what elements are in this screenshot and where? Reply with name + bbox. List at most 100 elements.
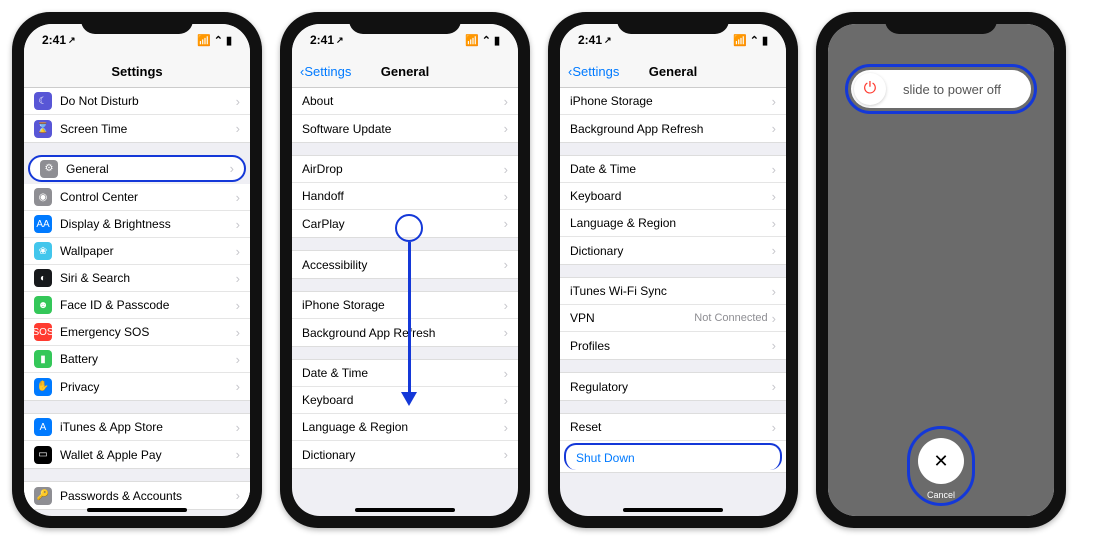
- row-shut-down[interactable]: Shut Down: [564, 443, 782, 470]
- settings-row[interactable]: ◉Control Center›: [24, 184, 250, 211]
- chevron-icon: ›: [236, 298, 240, 313]
- settings-row[interactable]: Handoff›: [292, 183, 518, 210]
- chevron-icon: ›: [236, 217, 240, 232]
- settings-row[interactable]: AADisplay & Brightness›: [24, 211, 250, 238]
- chevron-icon: ›: [236, 379, 240, 394]
- settings-row[interactable]: ❀Wallpaper›: [24, 238, 250, 265]
- itunes-app-store-icon: A: [34, 418, 52, 436]
- chevron-icon: ›: [236, 190, 240, 205]
- chevron-icon: ›: [236, 244, 240, 259]
- chevron-icon: ›: [504, 216, 508, 231]
- settings-row[interactable]: Background App Refresh›: [292, 319, 518, 346]
- settings-row[interactable]: Dictionary›: [560, 237, 786, 264]
- power-icon: ⏻: [864, 80, 877, 98]
- settings-row[interactable]: Keyboard›: [292, 387, 518, 414]
- power-knob[interactable]: ⏻: [854, 73, 886, 105]
- chevron-icon: ›: [504, 121, 508, 136]
- chevron-icon: ›: [504, 94, 508, 109]
- settings-row[interactable]: SOSEmergency SOS›: [24, 319, 250, 346]
- settings-row[interactable]: CarPlay›: [292, 210, 518, 237]
- page-title: Settings: [111, 64, 162, 79]
- settings-row[interactable]: Software Update›: [292, 115, 518, 142]
- settings-row[interactable]: 🔑Passwords & Accounts›: [24, 482, 250, 509]
- back-button[interactable]: ‹Settings: [568, 64, 619, 79]
- phone-general-top: 2:41↗ 📶⌃▮ ‹Settings General About›Softwa…: [280, 12, 530, 528]
- chevron-icon: ›: [504, 189, 508, 204]
- display-brightness-icon: AA: [34, 215, 52, 233]
- chevron-icon: ›: [236, 352, 240, 367]
- wifi-icon: ⌃: [214, 34, 223, 47]
- chevron-icon: ›: [236, 94, 240, 109]
- chevron-icon: ›: [504, 325, 508, 340]
- settings-row[interactable]: ⌛Screen Time›: [24, 115, 250, 142]
- chevron-icon: ›: [230, 161, 234, 176]
- chevron-icon: ›: [772, 338, 776, 353]
- page-title: General: [649, 64, 697, 79]
- screen-time-icon: ⌛: [34, 120, 52, 138]
- close-icon: ✕: [933, 451, 948, 472]
- settings-row[interactable]: Profiles›: [560, 332, 786, 359]
- settings-row[interactable]: Language & Region›: [292, 414, 518, 441]
- emergency-sos-icon: SOS: [34, 323, 52, 341]
- chevron-icon: ›: [504, 393, 508, 408]
- gear-icon: ⚙: [40, 160, 58, 178]
- chevron-icon: ›: [504, 298, 508, 313]
- chevron-icon: ›: [236, 420, 240, 435]
- chevron-icon: ›: [772, 243, 776, 258]
- settings-row[interactable]: Language & Region›: [560, 210, 786, 237]
- chevron-icon: ›: [772, 162, 776, 177]
- settings-row[interactable]: Date & Time›: [292, 360, 518, 387]
- settings-row[interactable]: About›: [292, 88, 518, 115]
- chevron-icon: ›: [772, 379, 776, 394]
- settings-row[interactable]: Regulatory›: [560, 373, 786, 400]
- settings-row[interactable]: Dictionary›: [292, 441, 518, 468]
- chevron-icon: ›: [236, 447, 240, 462]
- chevron-icon: ›: [236, 121, 240, 136]
- phone-power-off: ⏻ slide to power off ✕ Cancel: [816, 12, 1066, 528]
- privacy-icon: ✋: [34, 378, 52, 396]
- signal-icon: 📶: [197, 34, 211, 47]
- settings-row[interactable]: ◐Siri & Search›: [24, 265, 250, 292]
- settings-row[interactable]: VPNNot Connected›: [560, 305, 786, 332]
- settings-row[interactable]: ▭Wallet & Apple Pay›: [24, 441, 250, 468]
- passwords-accounts-icon: 🔑: [34, 487, 52, 505]
- row-general[interactable]: ⚙ General ›: [28, 155, 246, 182]
- phone-general-bottom: 2:41↗ 📶⌃▮ ‹Settings General iPhone Stora…: [548, 12, 798, 528]
- cancel-label: Cancel: [927, 490, 955, 500]
- wallpaper-icon: ❀: [34, 242, 52, 260]
- settings-row[interactable]: iPhone Storage›: [560, 88, 786, 115]
- chevron-icon: ›: [772, 311, 776, 326]
- chevron-icon: ›: [504, 420, 508, 435]
- settings-row[interactable]: Background App Refresh›: [560, 115, 786, 142]
- settings-row[interactable]: ☾Do Not Disturb›: [24, 88, 250, 115]
- chevron-icon: ›: [504, 447, 508, 462]
- chevron-icon: ›: [504, 257, 508, 272]
- settings-row[interactable]: iTunes Wi-Fi Sync›: [560, 278, 786, 305]
- chevron-icon: ›: [504, 366, 508, 381]
- navbar: Settings: [24, 56, 250, 88]
- settings-row[interactable]: Accessibility›: [292, 251, 518, 278]
- cancel-button[interactable]: ✕: [918, 438, 964, 484]
- chevron-icon: ›: [772, 121, 776, 136]
- settings-row[interactable]: Keyboard›: [560, 183, 786, 210]
- settings-row[interactable]: ▮Battery›: [24, 346, 250, 373]
- battery-icon: ▮: [34, 350, 52, 368]
- row-reset[interactable]: Reset ›: [560, 414, 786, 441]
- settings-row[interactable]: ☻Face ID & Passcode›: [24, 292, 250, 319]
- chevron-icon: ›: [772, 284, 776, 299]
- siri-search-icon: ◐: [34, 269, 52, 287]
- chevron-icon: ›: [236, 488, 240, 503]
- control-center-icon: ◉: [34, 188, 52, 206]
- settings-row[interactable]: iPhone Storage›: [292, 292, 518, 319]
- back-button[interactable]: ‹Settings: [300, 64, 351, 79]
- chevron-icon: ›: [236, 271, 240, 286]
- settings-row[interactable]: AiTunes & App Store›: [24, 414, 250, 441]
- settings-row[interactable]: ✋Privacy›: [24, 373, 250, 400]
- page-title: General: [381, 64, 429, 79]
- phone-settings-main: 2:41↗ 📶⌃▮ Settings ☾Do Not Disturb›⌛Scre…: [12, 12, 262, 528]
- settings-row[interactable]: AirDrop›: [292, 156, 518, 183]
- slide-to-power-off[interactable]: ⏻ slide to power off: [851, 70, 1031, 108]
- settings-row[interactable]: Date & Time›: [560, 156, 786, 183]
- do-not-disturb-icon: ☾: [34, 92, 52, 110]
- face-id-passcode-icon: ☻: [34, 296, 52, 314]
